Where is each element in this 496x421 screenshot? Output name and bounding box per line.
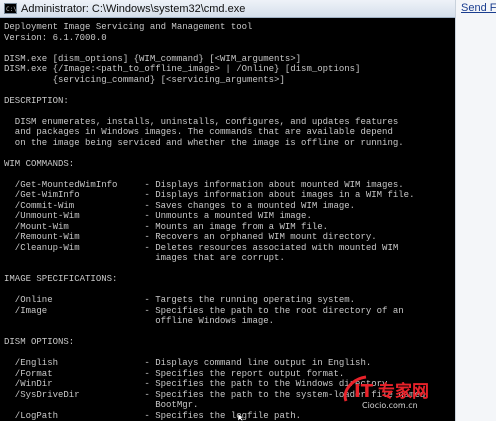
send-feedback-link[interactable]: Send Fe [461,2,496,14]
console-line: /Unmount-Wim - Unmounts a mounted WIM im… [4,211,312,221]
console-line: DISM.exe {/Image:<path_to_offline_image>… [4,64,361,74]
console-line: /WinDir - Specifies the path to the Wind… [4,379,393,389]
console-line: /English - Displays command line output … [4,358,372,368]
console-line: on the image being serviced and whether … [4,137,404,148]
console-line: /Get-WimInfo - Displays information abou… [4,190,415,200]
cmd-icon: C:\ [4,3,17,14]
console-line: and packages in Windows images. The comm… [4,127,393,137]
console-line: /Commit-Wim - Saves changes to a mounted… [4,200,356,211]
cmd-window[interactable]: C:\ Administrator: C:\Windows\system32\c… [0,0,455,421]
console-line: /SysDriveDir - Specifies the path to the… [4,389,426,400]
console-line: DESCRIPTION: [4,95,69,106]
console-line: BootMgr. [4,400,199,410]
console-line: Deployment Image Servicing and Managemen… [4,22,253,32]
window-title: Administrator: C:\Windows\system32\cmd.e… [21,2,246,15]
console-line: /Remount-Wim - Recovers an orphaned WIM … [4,232,377,242]
console-line: /Mount-Wim - Mounts an image from a WIM … [4,221,329,232]
mouse-cursor-icon [238,414,244,421]
console-line: /Image - Specifies the path to the root … [4,305,404,316]
console-line: /Cleanup-Wim - Deletes resources associa… [4,242,399,253]
console-output[interactable]: Deployment Image Servicing and Managemen… [4,22,455,421]
console-line: DISM OPTIONS: [4,337,75,347]
console-line: images that are corrupt. [4,253,285,263]
console-line: /Get-MountedWimInfo - Displays informati… [4,179,404,190]
console-line: DISM.exe [dism_options] {WIM_command} [<… [4,53,302,64]
console-line: Version: 6.1.7000.0 [4,32,107,43]
console-line: DISM enumerates, installs, uninstalls, c… [4,116,399,127]
background-window: Send Fe [455,0,496,421]
title-bar[interactable]: C:\ Administrator: C:\Windows\system32\c… [0,0,455,18]
console-line: {servicing_command} [<servicing_argument… [4,74,285,85]
console-line: offline Windows image. [4,316,275,326]
console-line: WIM COMMANDS: [4,158,75,169]
console-line: /LogPath - Specifies the logfile path. [4,410,302,421]
console-line: /Format - Specifies the report output fo… [4,368,345,379]
console-line: IMAGE SPECIFICATIONS: [4,274,118,284]
console-line: /Online - Targets the running operating … [4,295,356,305]
